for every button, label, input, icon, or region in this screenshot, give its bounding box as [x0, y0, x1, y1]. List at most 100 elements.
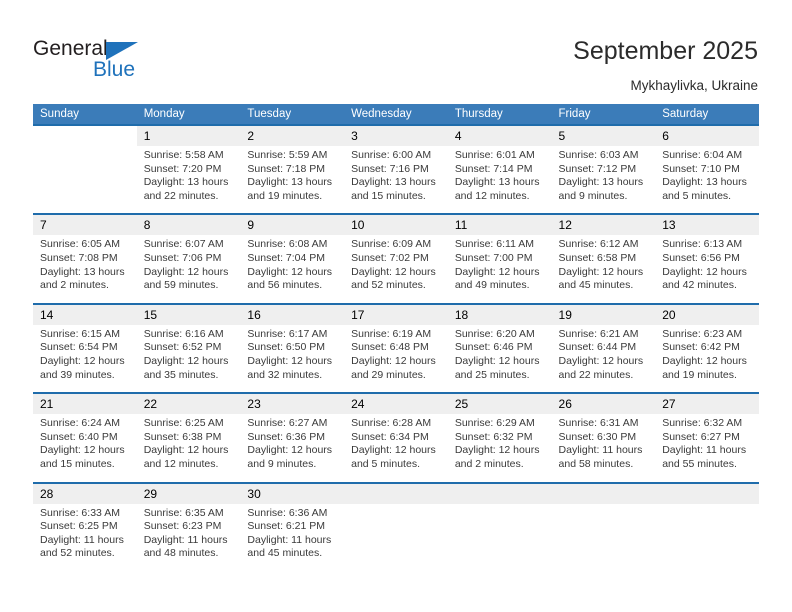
day-number-cell[interactable]: 20: [655, 302, 759, 325]
daylight-text-line1: Daylight: 13 hours: [40, 265, 125, 278]
sunset-text: Sunset: 6:48 PM: [351, 341, 429, 354]
general-blue-logo: General Blue: [33, 38, 163, 86]
daylight-text-line1: Daylight: 12 hours: [143, 444, 229, 457]
day-number-cell[interactable]: 24: [344, 392, 448, 415]
day-number-cell[interactable]: 22: [136, 392, 241, 415]
week-detail-row: Sunrise: 5:58 AM Sunset: 7:20 PM Dayligh…: [33, 146, 759, 215]
sunrise-text: Sunrise: 6:33 AM: [40, 506, 120, 519]
daylight-text-line2: and 56 minutes.: [247, 279, 323, 292]
day-detail-cell: Sunrise: 6:20 AM Sunset: 6:46 PM Dayligh…: [447, 324, 552, 394]
day-number-cell[interactable]: 7: [33, 213, 137, 236]
day-number-cell[interactable]: 21: [33, 392, 137, 415]
day-number-cell: [33, 124, 137, 146]
sunset-text: Sunset: 7:12 PM: [558, 162, 637, 175]
weekday-header-wednesday: Wednesday: [344, 104, 448, 125]
sunset-text: Sunset: 6:52 PM: [143, 341, 222, 354]
week-daynumber-row: 14 15 16 17 18 19 20: [33, 302, 759, 325]
sunset-text: Sunset: 6:40 PM: [40, 430, 118, 443]
sunset-text: Sunset: 6:32 PM: [454, 430, 533, 443]
week-detail-row: Sunrise: 6:33 AM Sunset: 6:25 PM Dayligh…: [33, 503, 759, 571]
day-number-cell[interactable]: 25: [447, 392, 552, 415]
sunrise-text: Sunrise: 6:07 AM: [143, 238, 224, 251]
day-number-cell[interactable]: 15: [136, 302, 241, 325]
daylight-text-line2: and 52 minutes.: [351, 279, 426, 292]
day-number-cell[interactable]: 28: [33, 481, 137, 504]
sunrise-text: Sunrise: 6:12 AM: [558, 238, 639, 251]
day-number-cell[interactable]: 4: [447, 124, 552, 146]
day-detail-cell: Sunrise: 6:19 AM Sunset: 6:48 PM Dayligh…: [344, 324, 448, 394]
sunrise-text: Sunrise: 6:08 AM: [247, 238, 328, 251]
weekday-header-tuesday: Tuesday: [240, 104, 345, 125]
daylight-text-line1: Daylight: 12 hours: [247, 444, 333, 457]
daylight-text-line1: Daylight: 11 hours: [662, 444, 747, 457]
day-detail-cell: Sunrise: 6:25 AM Sunset: 6:38 PM Dayligh…: [136, 414, 241, 483]
sunrise-text: Sunrise: 6:13 AM: [662, 238, 743, 251]
day-detail-cell: Sunrise: 6:04 AM Sunset: 7:10 PM Dayligh…: [655, 146, 759, 215]
sunrise-text: Sunrise: 6:24 AM: [40, 417, 120, 430]
day-number-cell[interactable]: 3: [344, 124, 448, 146]
day-number-cell[interactable]: 18: [447, 302, 552, 325]
day-detail-cell: Sunrise: 6:24 AM Sunset: 6:40 PM Dayligh…: [33, 414, 137, 483]
sunrise-text: Sunrise: 6:15 AM: [40, 327, 120, 340]
day-number-cell[interactable]: 29: [136, 481, 241, 504]
daylight-text-line1: Daylight: 12 hours: [351, 444, 436, 457]
daylight-text-line2: and 2 minutes.: [454, 457, 524, 470]
daylight-text-line2: and 58 minutes.: [558, 457, 634, 470]
week-detail-row: Sunrise: 6:05 AM Sunset: 7:08 PM Dayligh…: [33, 235, 759, 304]
sunset-text: Sunset: 7:20 PM: [143, 162, 222, 175]
day-number-cell[interactable]: 8: [136, 213, 241, 236]
daylight-text-line2: and 42 minutes.: [662, 279, 737, 292]
daylight-text-line1: Daylight: 13 hours: [143, 176, 229, 189]
day-detail-cell: Sunrise: 6:16 AM Sunset: 6:52 PM Dayligh…: [136, 324, 241, 394]
day-detail-cell: Sunrise: 6:09 AM Sunset: 7:02 PM Dayligh…: [344, 235, 448, 304]
sunset-text: Sunset: 7:00 PM: [454, 251, 533, 264]
day-number-cell[interactable]: 27: [655, 392, 759, 415]
sunset-text: Sunset: 6:58 PM: [558, 251, 637, 264]
daylight-text-line2: and 45 minutes.: [247, 547, 323, 560]
day-detail-cell: [655, 503, 759, 571]
day-number-cell[interactable]: 9: [240, 213, 345, 236]
daylight-text-line2: and 12 minutes.: [454, 189, 530, 202]
day-number-cell[interactable]: 30: [240, 481, 345, 504]
sunrise-text: Sunrise: 6:11 AM: [454, 238, 534, 251]
weekday-header-saturday: Saturday: [655, 104, 759, 125]
day-detail-cell: Sunrise: 6:11 AM Sunset: 7:00 PM Dayligh…: [447, 235, 552, 304]
day-number-cell[interactable]: 23: [240, 392, 345, 415]
day-number-cell[interactable]: 1: [136, 124, 241, 146]
day-number-cell[interactable]: 17: [344, 302, 448, 325]
weekday-header-friday: Friday: [551, 104, 656, 125]
daylight-text-line2: and 29 minutes.: [351, 368, 426, 381]
day-detail-cell: Sunrise: 6:32 AM Sunset: 6:27 PM Dayligh…: [655, 414, 759, 483]
day-detail-cell: Sunrise: 6:12 AM Sunset: 6:58 PM Dayligh…: [551, 235, 656, 304]
sunrise-text: Sunrise: 6:23 AM: [662, 327, 743, 340]
day-number-cell[interactable]: 10: [344, 213, 448, 236]
day-number-cell[interactable]: 2: [240, 124, 345, 146]
daylight-text-line2: and 59 minutes.: [143, 279, 219, 292]
daylight-text-line2: and 9 minutes.: [247, 457, 317, 470]
day-number-cell[interactable]: 6: [655, 124, 759, 146]
sunrise-text: Sunrise: 6:35 AM: [143, 506, 224, 519]
day-number-cell[interactable]: 5: [551, 124, 656, 146]
daylight-text-line2: and 2 minutes.: [40, 279, 109, 292]
daylight-text-line2: and 5 minutes.: [662, 189, 732, 202]
day-number-cell[interactable]: 14: [33, 302, 137, 325]
day-number-cell[interactable]: 16: [240, 302, 345, 325]
day-number-cell[interactable]: 13: [655, 213, 759, 236]
day-number-cell[interactable]: 12: [551, 213, 656, 236]
sunrise-text: Sunrise: 6:19 AM: [351, 327, 432, 340]
day-number-cell: [655, 481, 759, 504]
weekday-header-row: Sunday Monday Tuesday Wednesday Thursday…: [33, 104, 759, 125]
daylight-text-line2: and 32 minutes.: [247, 368, 323, 381]
daylight-text-line1: Daylight: 12 hours: [247, 265, 333, 278]
daylight-text-line1: Daylight: 12 hours: [454, 265, 540, 278]
day-number-cell[interactable]: 19: [551, 302, 656, 325]
daylight-text-line1: Daylight: 12 hours: [143, 354, 229, 367]
week-daynumber-row: 7 8 9 10 11 12 13: [33, 213, 759, 236]
week-detail-row: Sunrise: 6:15 AM Sunset: 6:54 PM Dayligh…: [33, 324, 759, 394]
daylight-text-line1: Daylight: 11 hours: [558, 444, 643, 457]
day-number-cell[interactable]: 26: [551, 392, 656, 415]
day-number-cell[interactable]: 11: [447, 213, 552, 236]
day-detail-cell: Sunrise: 6:00 AM Sunset: 7:16 PM Dayligh…: [344, 146, 448, 215]
sunrise-text: Sunrise: 6:20 AM: [454, 327, 535, 340]
sunset-text: Sunset: 6:34 PM: [351, 430, 429, 443]
